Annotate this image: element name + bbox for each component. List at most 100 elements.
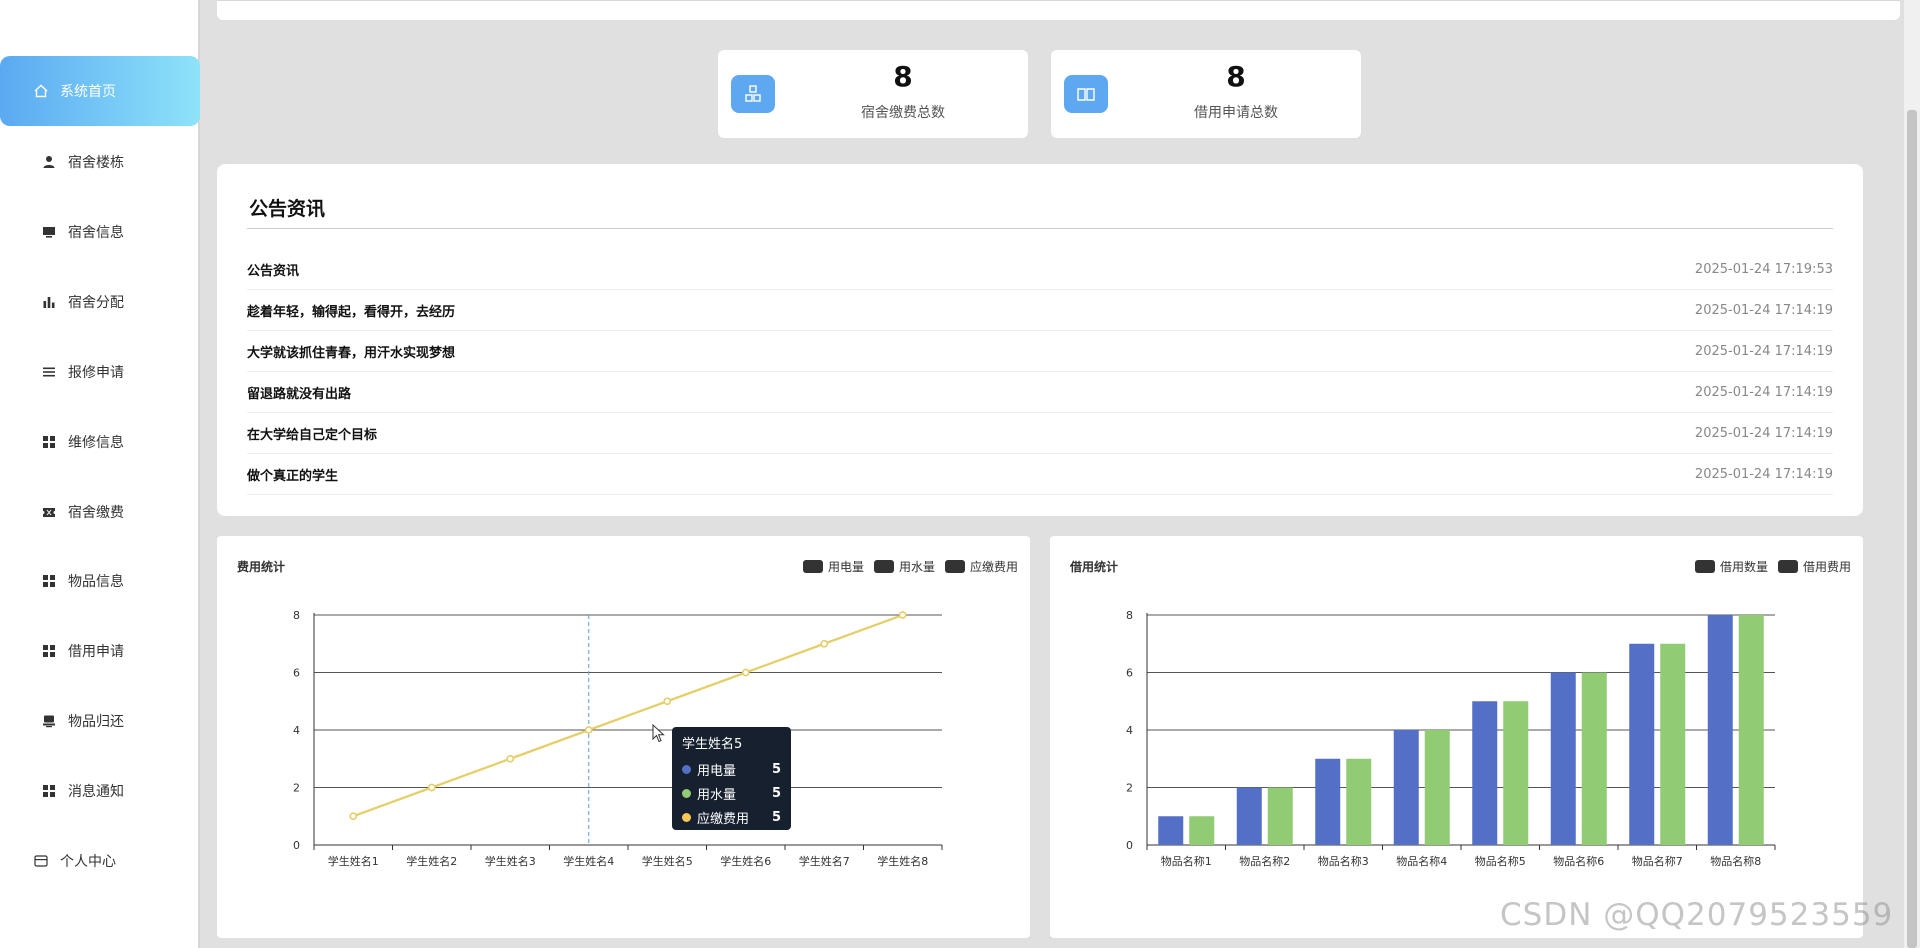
tooltip-dot-icon [682, 812, 691, 822]
cost-chart-panel: 费用统计 用电量 用水量 应缴费用 0 2 4 6 8 学生姓名1 学生姓名2 学生姓名3 学生… [217, 536, 1030, 938]
notice-text: 做个真正的学生 [247, 468, 339, 484]
tooltip-dot-icon [682, 764, 691, 774]
notice-text: 留退路就没有出路 [247, 386, 352, 402]
notice-item[interactable]: 在大学给自己定个目标 2025-01-24 17:14:19 [247, 413, 1833, 454]
sidebar-item-label: 宿舍缴费 [68, 505, 124, 521]
series-point [742, 668, 750, 677]
grid-icon [42, 574, 56, 588]
series-point [349, 812, 357, 820]
y-tick-label: 0 [293, 839, 300, 852]
x-tick-label: 学生姓名5 [642, 854, 693, 868]
ticket-icon [42, 505, 56, 519]
bar-1 [1550, 672, 1576, 845]
notice-item[interactable]: 做个真正的学生 2025-01-24 17:14:19 [247, 454, 1833, 495]
bar-1 [1472, 701, 1498, 845]
x-tick-label: 物品名称5 [1475, 854, 1526, 868]
sidebar-item-borrow-request[interactable]: 借用申请 [0, 616, 198, 686]
sidebar-item-repair-info[interactable]: 维修信息 [0, 407, 198, 477]
x-tick-label: 物品名称6 [1553, 854, 1604, 868]
sidebar-item-item-info[interactable]: 物品信息 [0, 546, 198, 616]
scrollbar-thumb[interactable] [1907, 110, 1917, 948]
notice-panel: 公告资讯 公告资讯 2025-01-24 17:19:53 趁着年轻，输得起，看… [217, 164, 1863, 516]
sidebar-item-dorm-info[interactable]: 宿舍信息 [0, 197, 198, 267]
legend-swatch [1777, 560, 1798, 573]
book-icon [1064, 75, 1108, 113]
notice-item[interactable]: 留退路就没有出路 2025-01-24 17:14:19 [247, 372, 1833, 413]
series-point [899, 611, 907, 619]
sidebar-item-repair-request[interactable]: 报修申请 [0, 337, 198, 407]
x-tick-label: 学生姓名1 [328, 854, 379, 868]
tooltip-row: 用电量 5 [682, 757, 781, 781]
bar-1 [1629, 643, 1655, 845]
series-point [428, 783, 436, 792]
y-tick-label: 2 [1126, 782, 1133, 795]
stat-value: 8 [893, 60, 913, 93]
borrow-bar-chart[interactable]: 0 2 4 6 8 物品名称1 物品名称2 物品名称3 物品名称4 物品名称5 物品名称6 物品名称7… [1050, 536, 1863, 938]
x-tick-label: 学生姓名6 [720, 854, 771, 868]
tooltip-value: 5 [771, 761, 781, 777]
tooltip-dot-icon [682, 788, 691, 798]
legend-item[interactable]: 用电量 [802, 558, 864, 575]
series-point [585, 726, 593, 734]
legend-label: 借用数量 [1719, 560, 1768, 574]
x-tick-label: 物品名称8 [1710, 854, 1761, 868]
stat-card-borrow-total: 8 借用申请总数 [1051, 50, 1361, 138]
stat-label: 借用申请总数 [1194, 105, 1278, 121]
sidebar-item-dorm-assign[interactable]: 宿舍分配 [0, 267, 198, 337]
building-blocks-icon [731, 75, 775, 113]
sidebar-item-home[interactable]: 系统首页 [0, 56, 200, 126]
bar-1 [1707, 615, 1733, 845]
bar-1 [1158, 816, 1184, 845]
notice-text: 公告资讯 [247, 263, 300, 279]
sidebar-item-personal-center[interactable]: 个人中心 [0, 826, 198, 896]
notice-time: 2025-01-24 17:19:53 [1694, 261, 1833, 277]
monitor-icon [42, 225, 56, 239]
legend-item[interactable]: 借用费用 [1777, 558, 1851, 575]
y-tick-label: 4 [1126, 724, 1133, 737]
legend-label: 用水量 [898, 560, 935, 574]
sidebar-item-label: 系统首页 [60, 84, 116, 100]
chart-title: 费用统计 [237, 560, 286, 574]
legend-item[interactable]: 借用数量 [1694, 558, 1768, 575]
sidebar-item-label: 物品信息 [68, 574, 124, 590]
y-tick-label: 8 [293, 609, 300, 622]
x-tick-label: 物品名称2 [1239, 854, 1290, 868]
cost-line-chart[interactable]: 0 2 4 6 8 学生姓名1 学生姓名2 学生姓名3 学生姓名4 学生姓名5 学生姓名6 学生姓名7… [217, 536, 1030, 938]
notice-text: 趁着年轻，输得起，看得开，去经历 [247, 304, 456, 320]
sidebar-item-notifications[interactable]: 消息通知 [0, 756, 198, 826]
notice-time: 2025-01-24 17:14:19 [1694, 466, 1833, 482]
series-point [820, 640, 828, 648]
notice-item[interactable]: 公告资讯 2025-01-24 17:19:53 [247, 249, 1833, 290]
notice-time: 2025-01-24 17:14:19 [1694, 343, 1833, 359]
home-icon [34, 84, 48, 98]
sidebar-item-dorm-payment[interactable]: 宿舍缴费 [0, 477, 198, 547]
notice-item[interactable]: 趁着年轻，输得起，看得开，去经历 2025-01-24 17:14:19 [247, 290, 1833, 331]
bar-2 [1189, 816, 1215, 845]
bar-1 [1393, 730, 1419, 845]
series-point [663, 697, 671, 705]
notice-text: 在大学给自己定个目标 [247, 427, 378, 443]
legend-swatch [873, 560, 894, 573]
sidebar-item-label: 宿舍分配 [68, 295, 124, 311]
x-tick-label: 学生姓名4 [563, 854, 614, 868]
legend-label: 借用费用 [1802, 560, 1851, 574]
bar-2 [1738, 615, 1764, 845]
bar-2 [1346, 758, 1372, 845]
tooltip-row: 应缴费用 5 [682, 805, 781, 829]
chart-tooltip: 学生姓名5 用电量 5 用水量 5 应缴费用 5 [672, 727, 791, 830]
notice-panel-title: 公告资讯 [249, 198, 326, 220]
watermark: CSDN @QQ2079523559 [1500, 897, 1894, 933]
sidebar-item-item-return[interactable]: 物品归还 [0, 686, 198, 756]
chart-title: 借用统计 [1070, 560, 1119, 574]
notice-time: 2025-01-24 17:14:19 [1694, 302, 1833, 318]
list-icon [42, 365, 56, 379]
notice-item[interactable]: 大学就该抓住青春，用汗水实现梦想 2025-01-24 17:14:19 [247, 331, 1833, 372]
tooltip-value: 5 [771, 809, 781, 825]
sidebar-item-dorm-building[interactable]: 宿舍楼栋 [0, 127, 198, 197]
legend-item[interactable]: 应缴费用 [944, 558, 1018, 575]
tooltip-value: 5 [771, 785, 781, 801]
y-tick-label: 2 [293, 782, 300, 795]
x-tick-label: 学生姓名3 [485, 854, 536, 868]
x-tick-label: 学生姓名2 [406, 854, 457, 868]
legend-item[interactable]: 用水量 [873, 558, 935, 575]
